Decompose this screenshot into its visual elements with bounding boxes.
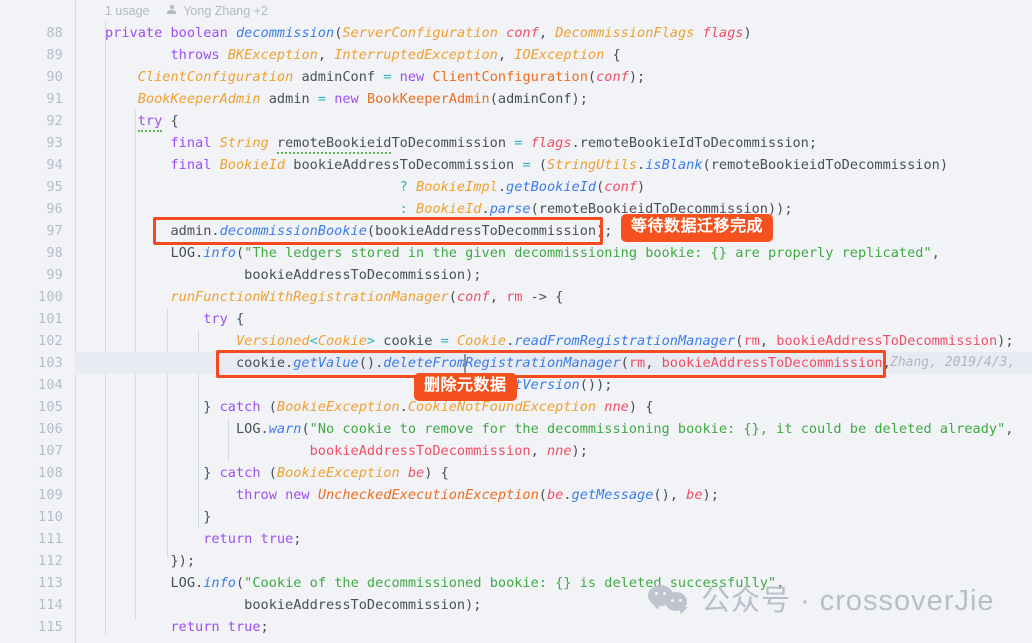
code-line-106[interactable]: LOG.warn("No cookie to remove for the de… <box>75 418 1014 440</box>
code-line-101[interactable]: try { <box>75 308 244 330</box>
code-line-110[interactable]: } <box>75 506 211 528</box>
line-number: 102 <box>38 333 63 349</box>
watermark-text: 公众号 · crossoverJie <box>701 585 995 617</box>
code-line-95[interactable]: ? BookieImpl.getBookieId(conf) <box>75 176 646 198</box>
line-number: 109 <box>38 487 63 503</box>
line-number: 110 <box>38 509 63 525</box>
git-blame-annotation[interactable]: Zhang, 2019/4/3, <box>890 352 1015 374</box>
code-line-99[interactable]: bookieAddressToDecommission); <box>75 264 481 286</box>
watermark: 公众号 · crossoverJie <box>648 578 995 618</box>
annotation-badge-delete-metadata: 删除元数据 <box>414 373 517 401</box>
line-number: 100 <box>38 289 63 305</box>
code-line-115[interactable]: return true; <box>75 616 268 638</box>
line-number: 106 <box>38 421 63 437</box>
line-number: 104 <box>38 377 63 393</box>
line-number: 101 <box>38 311 63 327</box>
code-line-103[interactable]: cookie.getValue().deleteFromRegistration… <box>75 352 1032 374</box>
text-caret <box>464 354 466 373</box>
line-number: 91 <box>46 91 63 107</box>
code-line-98[interactable]: LOG.info("The ledgers stored in the give… <box>75 242 939 264</box>
line-number: 107 <box>38 443 63 459</box>
code-line-114[interactable]: bookieAddressToDecommission); <box>75 594 481 616</box>
code-line-109[interactable]: throw new UncheckedExecutionException(be… <box>75 484 719 506</box>
line-number: 88 <box>46 25 63 41</box>
code-line-107[interactable]: bookieAddressToDecommission, nne); <box>75 440 588 462</box>
line-number: 103 <box>38 355 63 371</box>
code-line-94[interactable]: final BookieId bookieAddressToDecommissi… <box>75 154 948 176</box>
line-number: 111 <box>38 531 63 547</box>
code-line-88[interactable]: private boolean decommission(ServerConfi… <box>75 22 752 44</box>
line-number: 89 <box>46 47 63 63</box>
code-line-92[interactable]: try { <box>75 110 179 132</box>
code-line-111[interactable]: return true; <box>75 528 301 550</box>
code-line-97[interactable]: admin.decommissionBookie(bookieAddressTo… <box>75 220 612 242</box>
line-number: 94 <box>46 157 63 173</box>
line-number: 92 <box>46 113 63 129</box>
code-line-102[interactable]: Versioned<Cookie> cookie = Cookie.readFr… <box>75 330 1014 352</box>
code-line-112[interactable]: }); <box>75 550 195 572</box>
line-number: 112 <box>38 553 63 569</box>
line-number: 98 <box>46 245 63 261</box>
code-editor[interactable]: 88 89 90 91 92 93 94 95 96 97 98 99 100 … <box>0 0 1032 643</box>
code-line-90[interactable]: ClientConfiguration adminConf = new Clie… <box>75 66 645 88</box>
code-line-100[interactable]: runFunctionWithRegistrationManager(conf,… <box>75 286 563 308</box>
line-number: 95 <box>46 179 63 195</box>
wechat-icon <box>648 583 692 614</box>
line-number: 108 <box>38 465 63 481</box>
line-number: 105 <box>38 399 63 415</box>
line-number: 96 <box>46 201 63 217</box>
line-number: 90 <box>46 69 63 85</box>
line-number: 99 <box>46 267 63 283</box>
code-line-108[interactable]: } catch (BookieException be) { <box>75 462 449 484</box>
line-number: 93 <box>46 135 63 151</box>
code-line-89[interactable]: throws BKException, InterruptedException… <box>75 44 620 66</box>
annotation-badge-wait-migration: 等待数据迁移完成 <box>621 214 774 242</box>
line-number: 114 <box>38 597 63 613</box>
line-number: 97 <box>46 223 63 239</box>
code-line-105[interactable]: } catch (BookieException.CookieNotFoundE… <box>75 396 653 418</box>
code-line-104[interactable]: cookie.getVersion()); <box>75 374 613 396</box>
editor-gutter[interactable]: 88 89 90 91 92 93 94 95 96 97 98 99 100 … <box>0 0 75 643</box>
code-line-93[interactable]: final String remoteBookieidToDecommissio… <box>75 132 817 154</box>
code-content[interactable]: private boolean decommission(ServerConfi… <box>75 0 1032 643</box>
line-number: 113 <box>38 575 63 591</box>
line-number: 115 <box>38 619 63 635</box>
code-line-91[interactable]: BookKeeperAdmin admin = new BookKeeperAd… <box>75 88 588 110</box>
